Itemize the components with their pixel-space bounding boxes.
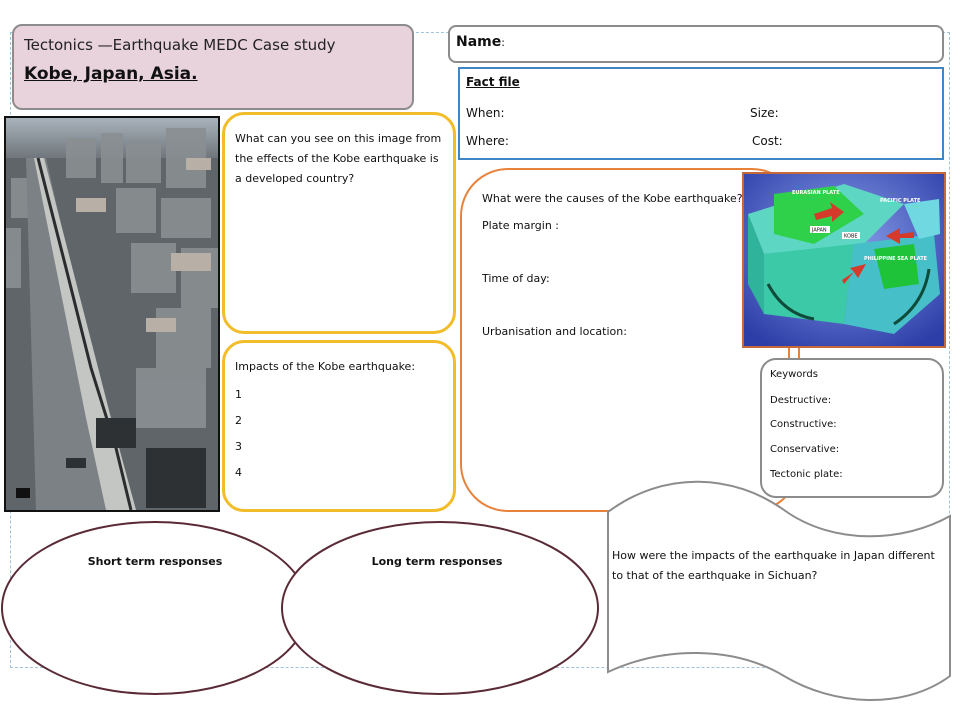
long-term-label: Long term responses — [371, 555, 503, 568]
diagram-label-philippine: PHILIPPINE SEA PLATE — [864, 256, 928, 262]
short-term-ellipse[interactable] — [1, 521, 309, 695]
impact-item-3: 3 — [235, 440, 242, 453]
keyword-constructive: Constructive: — [770, 419, 837, 430]
photo-illustration — [6, 118, 218, 510]
keywords-title: Keywords — [770, 369, 818, 380]
image-question-box[interactable]: What can you see on this image from the … — [222, 112, 456, 334]
tectonic-plates-diagram: EURASIAN PLATE PACIFIC PLATE PHILIPPINE … — [742, 172, 946, 348]
diagram-label-eurasian: EURASIAN PLATE — [792, 190, 840, 196]
urbanisation-label: Urbanisation and location: — [482, 325, 627, 338]
keyword-tectonic-plate: Tectonic plate: — [770, 469, 843, 480]
worksheet-title: Tectonics —Earthquake MEDC Case study — [24, 36, 336, 54]
causes-title: What were the causes of the Kobe earthqu… — [482, 192, 743, 205]
fact-file-title: Fact file — [466, 75, 520, 89]
fact-file-box: Fact file When: Where: Size: Cost: — [458, 67, 944, 160]
impact-item-4: 4 — [235, 466, 242, 479]
diagram-label-kobe: KOBE — [844, 234, 858, 240]
impact-item-1: 1 — [235, 388, 242, 401]
wave-shape — [607, 480, 951, 701]
name-label: Name — [456, 34, 502, 50]
impacts-box[interactable]: Impacts of the Kobe earthquake: 1 2 3 4 — [222, 340, 456, 512]
fact-cost[interactable]: Cost: — [752, 134, 783, 148]
comparison-wave-box[interactable] — [604, 480, 956, 708]
fact-size[interactable]: Size: — [750, 106, 779, 120]
title-box: Tectonics —Earthquake MEDC Case study Ko… — [12, 24, 414, 110]
impacts-title: Impacts of the Kobe earthquake: — [235, 360, 416, 373]
diagram-label-japan: JAPAN — [811, 228, 827, 234]
responses-ellipses — [1, 521, 599, 695]
long-term-ellipse[interactable] — [281, 521, 599, 695]
diagram-label-pacific: PACIFIC PLATE — [880, 198, 921, 204]
plate-margin-label: Plate margin : — [482, 219, 560, 232]
keywords-box[interactable]: Keywords Destructive: Constructive: Cons… — [760, 358, 944, 498]
image-question: What can you see on this image from the … — [235, 132, 442, 185]
short-term-label: Short term responses — [87, 555, 223, 568]
fact-when[interactable]: When: — [466, 106, 505, 120]
keyword-conservative: Conservative: — [770, 444, 840, 455]
fact-where[interactable]: Where: — [466, 134, 509, 148]
case-study-location: Kobe, Japan, Asia. — [24, 64, 198, 84]
earthquake-damage-photo — [4, 116, 220, 512]
impact-item-2: 2 — [235, 414, 242, 427]
comparison-question: How were the impacts of the earthquake i… — [612, 549, 935, 582]
name-field[interactable]: Name: — [448, 25, 944, 63]
time-of-day-label: Time of day: — [482, 272, 550, 285]
diagram-illustration: EURASIAN PLATE PACIFIC PLATE PHILIPPINE … — [744, 174, 944, 346]
name-colon: : — [501, 36, 505, 49]
keyword-destructive: Destructive: — [770, 395, 832, 406]
